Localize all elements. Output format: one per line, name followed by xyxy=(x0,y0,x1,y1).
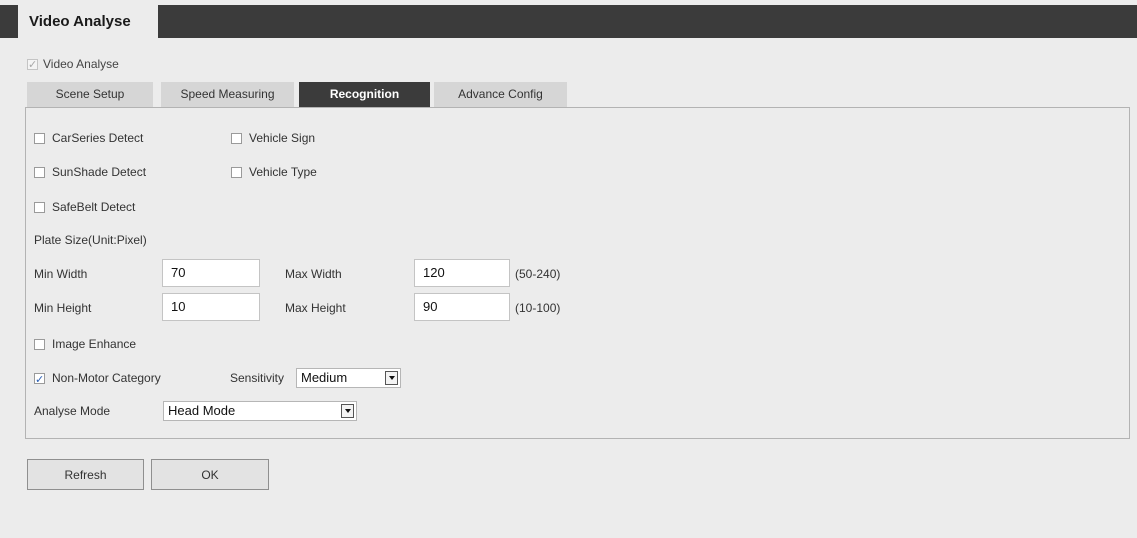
sunshade-detect-label: SunShade Detect xyxy=(52,165,147,179)
min-width-label: Min Width xyxy=(34,267,88,281)
sensitivity-select[interactable]: Medium xyxy=(296,368,401,388)
image-enhance-label: Image Enhance xyxy=(52,337,137,351)
min-height-label: Min Height xyxy=(34,301,92,315)
page-title: Video Analyse xyxy=(18,5,158,38)
max-height-label: Max Height xyxy=(285,301,346,315)
analyse-mode-label: Analyse Mode xyxy=(34,404,111,418)
chevron-down-icon[interactable] xyxy=(341,404,354,418)
sunshade-detect-option[interactable]: SunShade Detect xyxy=(34,163,146,181)
non-motor-category-label: Non-Motor Category xyxy=(52,371,161,385)
vehicle-type-label: Vehicle Type xyxy=(249,165,317,179)
ok-button[interactable]: OK xyxy=(151,459,269,490)
vehicle-type-option[interactable]: Vehicle Type xyxy=(231,163,317,181)
analyse-mode-select[interactable]: Head Mode xyxy=(163,401,357,421)
carseries-detect-option[interactable]: CarSeries Detect xyxy=(34,129,143,147)
max-width-input[interactable]: 120 xyxy=(414,259,510,287)
safebelt-detect-label: SafeBelt Detect xyxy=(52,200,136,214)
tab-advance-config[interactable]: Advance Config xyxy=(434,82,567,107)
safebelt-detect-option[interactable]: SafeBelt Detect xyxy=(34,198,135,216)
min-height-input[interactable]: 10 xyxy=(162,293,260,321)
vehicle-sign-option[interactable]: Vehicle Sign xyxy=(231,129,315,147)
min-width-input[interactable]: 70 xyxy=(162,259,260,287)
safebelt-detect-checkbox[interactable] xyxy=(34,202,45,214)
title-bar xyxy=(0,5,1137,38)
image-enhance-option[interactable]: Image Enhance xyxy=(34,335,136,353)
tab-speed-measuring[interactable]: Speed Measuring xyxy=(161,82,294,107)
image-enhance-checkbox[interactable] xyxy=(34,339,45,351)
refresh-button[interactable]: Refresh xyxy=(27,459,144,490)
analyse-mode-value: Head Mode xyxy=(168,403,236,418)
max-width-label: Max Width xyxy=(285,267,342,281)
vehicle-sign-checkbox[interactable] xyxy=(231,133,242,145)
vehicle-sign-label: Vehicle Sign xyxy=(249,131,316,145)
width-range-hint: (50-240) xyxy=(515,267,561,281)
tab-scene-setup[interactable]: Scene Setup xyxy=(27,82,153,107)
sensitivity-label: Sensitivity xyxy=(230,371,285,385)
non-motor-category-option[interactable]: Non-Motor Category xyxy=(34,369,161,389)
video-analyse-enable-row[interactable]: Video Analyse xyxy=(27,56,119,73)
video-analyse-label: Video Analyse xyxy=(43,57,119,71)
tab-recognition[interactable]: Recognition xyxy=(299,82,430,107)
plate-size-heading: Plate Size(Unit:Pixel) xyxy=(34,233,147,247)
non-motor-category-checkbox[interactable] xyxy=(34,371,45,389)
recognition-panel: CarSeries Detect Vehicle Sign SunShade D… xyxy=(25,107,1130,439)
height-range-hint: (10-100) xyxy=(515,301,561,315)
chevron-down-icon[interactable] xyxy=(385,371,398,385)
sunshade-detect-checkbox[interactable] xyxy=(34,167,45,179)
sensitivity-value: Medium xyxy=(301,370,348,385)
max-height-input[interactable]: 90 xyxy=(414,293,510,321)
video-analyse-checkbox[interactable] xyxy=(27,57,38,73)
vehicle-type-checkbox[interactable] xyxy=(231,167,242,179)
carseries-detect-checkbox[interactable] xyxy=(34,133,45,145)
carseries-detect-label: CarSeries Detect xyxy=(52,131,144,145)
